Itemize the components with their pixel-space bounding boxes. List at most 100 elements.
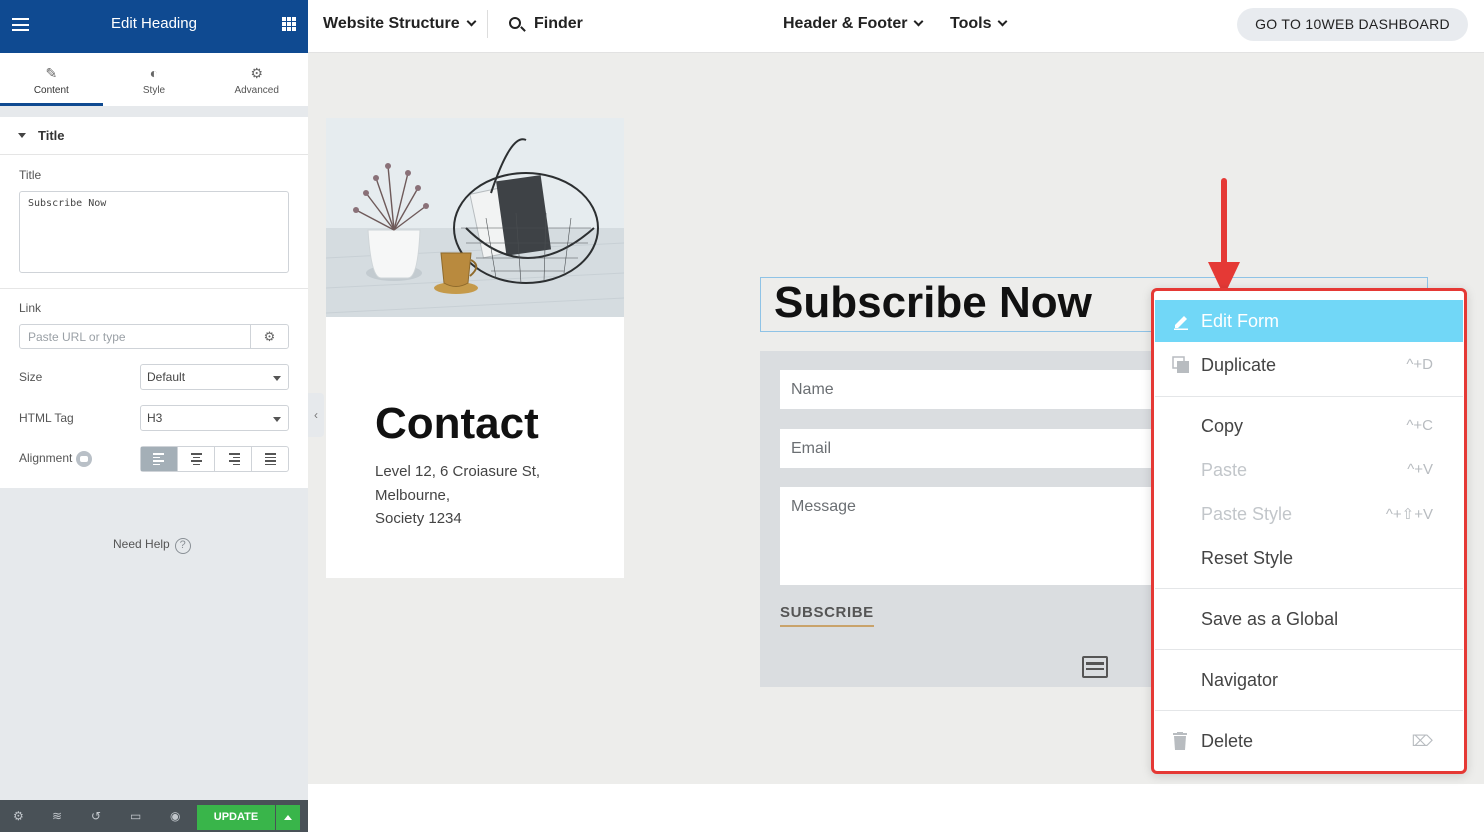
menu-separator xyxy=(1155,710,1463,711)
controls-area: Title Subscribe Now Link Paste URL or ty… xyxy=(0,155,308,488)
divider xyxy=(487,10,488,38)
tools-menu[interactable]: Tools xyxy=(950,15,1008,33)
preview-eye-icon[interactable]: ◉ xyxy=(170,809,180,823)
history-icon[interactable]: ↺ xyxy=(91,809,101,823)
tab-advanced-label: Advanced xyxy=(234,85,279,96)
alignment-label-text: Alignment xyxy=(19,451,73,466)
delete-key-icon: ⌦ xyxy=(1411,733,1433,750)
link-label: Link xyxy=(19,301,42,315)
update-options-caret-icon[interactable] xyxy=(276,805,300,830)
question-icon: ? xyxy=(174,538,191,554)
header-footer-menu[interactable]: Header & Footer xyxy=(783,15,924,33)
basket-plant-image xyxy=(326,118,624,317)
menu-item-shortcut: ^+V xyxy=(1407,461,1433,478)
align-justify-button[interactable] xyxy=(252,447,288,471)
form-widget-icon xyxy=(1082,656,1108,678)
update-button[interactable]: UPDATE xyxy=(197,805,275,830)
alignment-buttons xyxy=(140,446,289,472)
name-field[interactable]: Name xyxy=(780,370,1160,409)
size-select-value: Default xyxy=(147,370,186,384)
align-center-button[interactable] xyxy=(178,447,215,471)
panel-header: Edit Heading xyxy=(0,0,308,53)
link-options-gear-icon[interactable]: ⚙ xyxy=(250,324,289,349)
html-tag-label: HTML Tag xyxy=(19,411,74,425)
go-to-dashboard-button[interactable]: GO TO 10WEB DASHBOARD xyxy=(1237,8,1468,41)
need-help-link[interactable]: Need Help? xyxy=(113,537,191,554)
settings-icon[interactable]: ⚙ xyxy=(13,809,24,823)
menu-item-paste-style[interactable]: Paste Style ^+⇧+V xyxy=(1155,493,1463,535)
contact-card[interactable]: Contact Level 12, 6 Croiasure St, Melbou… xyxy=(326,118,624,578)
dropdown-arrow-icon xyxy=(273,417,281,422)
collapse-panel-chevron-icon[interactable]: ‹ xyxy=(308,393,324,437)
address-line: Society 1234 xyxy=(375,510,462,527)
menu-item-duplicate[interactable]: Duplicate ^+D xyxy=(1155,344,1463,386)
decor-photo[interactable] xyxy=(326,118,624,317)
address-line: Level 12, 6 Croiasure St, xyxy=(375,463,541,480)
size-select[interactable]: Default xyxy=(140,364,289,390)
website-structure-label: Website Structure xyxy=(323,15,460,32)
align-left-button[interactable] xyxy=(141,447,178,471)
menu-item-label: Edit Form xyxy=(1201,311,1280,331)
subscribe-button[interactable]: SUBSCRIBE xyxy=(780,604,874,627)
menu-item-reset-style[interactable]: Reset Style xyxy=(1155,537,1463,579)
dropdown-arrow-icon xyxy=(273,376,281,381)
subscribe-heading[interactable]: Subscribe Now xyxy=(774,278,1092,328)
menu-separator xyxy=(1155,588,1463,589)
editor-panel: Edit Heading ✎ Content ◐ Style ⚙ Advance… xyxy=(0,0,308,832)
search-icon[interactable] xyxy=(509,17,521,29)
website-structure-menu[interactable]: Website Structure xyxy=(323,15,477,33)
menu-item-shortcut: ^+D xyxy=(1406,356,1433,373)
tab-content-label: Content xyxy=(33,85,69,96)
top-bar: Website Structure Finder Header & Footer… xyxy=(308,0,1484,53)
address-line: Melbourne, xyxy=(375,486,451,504)
link-input[interactable]: Paste URL or type xyxy=(19,324,251,349)
email-field[interactable]: Email xyxy=(780,429,1160,468)
menu-item-save-as-global[interactable]: Save as a Global xyxy=(1155,598,1463,640)
layers-navigator-icon[interactable]: ≋ xyxy=(52,809,62,823)
need-help-label: Need Help xyxy=(113,537,170,551)
section-title-label: Title xyxy=(38,128,65,143)
responsive-desktop-icon[interactable]: ▭ xyxy=(130,809,141,823)
section-title-toggle[interactable]: Title xyxy=(0,117,308,155)
tab-content[interactable]: ✎ Content xyxy=(0,53,103,106)
chevron-down-icon xyxy=(914,16,924,27)
context-menu: Edit Form Duplicate ^+D Copy ^+C Paste ^… xyxy=(1151,288,1467,774)
align-right-button[interactable] xyxy=(215,447,252,471)
menu-item-label: Navigator xyxy=(1201,670,1279,690)
tab-style[interactable]: ◐ Style xyxy=(103,53,206,106)
html-tag-select-value: H3 xyxy=(147,411,163,425)
menu-item-paste[interactable]: Paste ^+V xyxy=(1155,449,1463,491)
html-tag-select[interactable]: H3 xyxy=(140,405,289,431)
title-textarea[interactable]: Subscribe Now xyxy=(19,191,289,273)
menu-item-copy[interactable]: Copy ^+C xyxy=(1155,405,1463,447)
finder-button[interactable]: Finder xyxy=(534,15,583,33)
menu-item-edit-form[interactable]: Edit Form xyxy=(1155,300,1463,342)
panel-title: Edit Heading xyxy=(111,15,197,32)
tab-advanced[interactable]: ⚙ Advanced xyxy=(205,53,308,106)
contact-address[interactable]: Level 12, 6 Croiasure St, Melbourne, Soc… xyxy=(375,460,615,531)
annotation-arrow xyxy=(1221,178,1227,270)
divider xyxy=(0,288,308,289)
pencil-icon: ✎ xyxy=(45,65,58,81)
menu-item-navigator[interactable]: Navigator xyxy=(1155,659,1463,701)
widgets-grid-icon[interactable] xyxy=(282,17,296,31)
menu-separator xyxy=(1155,396,1463,397)
caret-down-icon xyxy=(18,133,26,138)
size-label: Size xyxy=(19,370,43,384)
chevron-down-icon xyxy=(466,16,477,27)
menu-item-label: Reset Style xyxy=(1201,548,1294,568)
message-field[interactable]: Message xyxy=(780,487,1160,585)
menu-separator xyxy=(1155,649,1463,650)
menu-item-delete[interactable]: Delete ⌦ xyxy=(1155,720,1463,762)
tab-style-label: Style xyxy=(142,85,166,96)
menu-item-shortcut: ^+⇧+V xyxy=(1385,506,1433,523)
tools-label: Tools xyxy=(950,15,992,32)
responsive-device-icon[interactable] xyxy=(76,451,93,467)
contact-heading[interactable]: Contact xyxy=(375,399,539,449)
half-circle-icon: ◐ xyxy=(149,65,159,81)
menu-item-label: Duplicate xyxy=(1201,355,1277,375)
panel-tabs: ✎ Content ◐ Style ⚙ Advanced xyxy=(0,53,308,106)
menu-item-label: Paste xyxy=(1201,460,1248,480)
gear-icon: ⚙ xyxy=(250,65,263,81)
menu-item-shortcut: ^+C xyxy=(1406,417,1433,434)
